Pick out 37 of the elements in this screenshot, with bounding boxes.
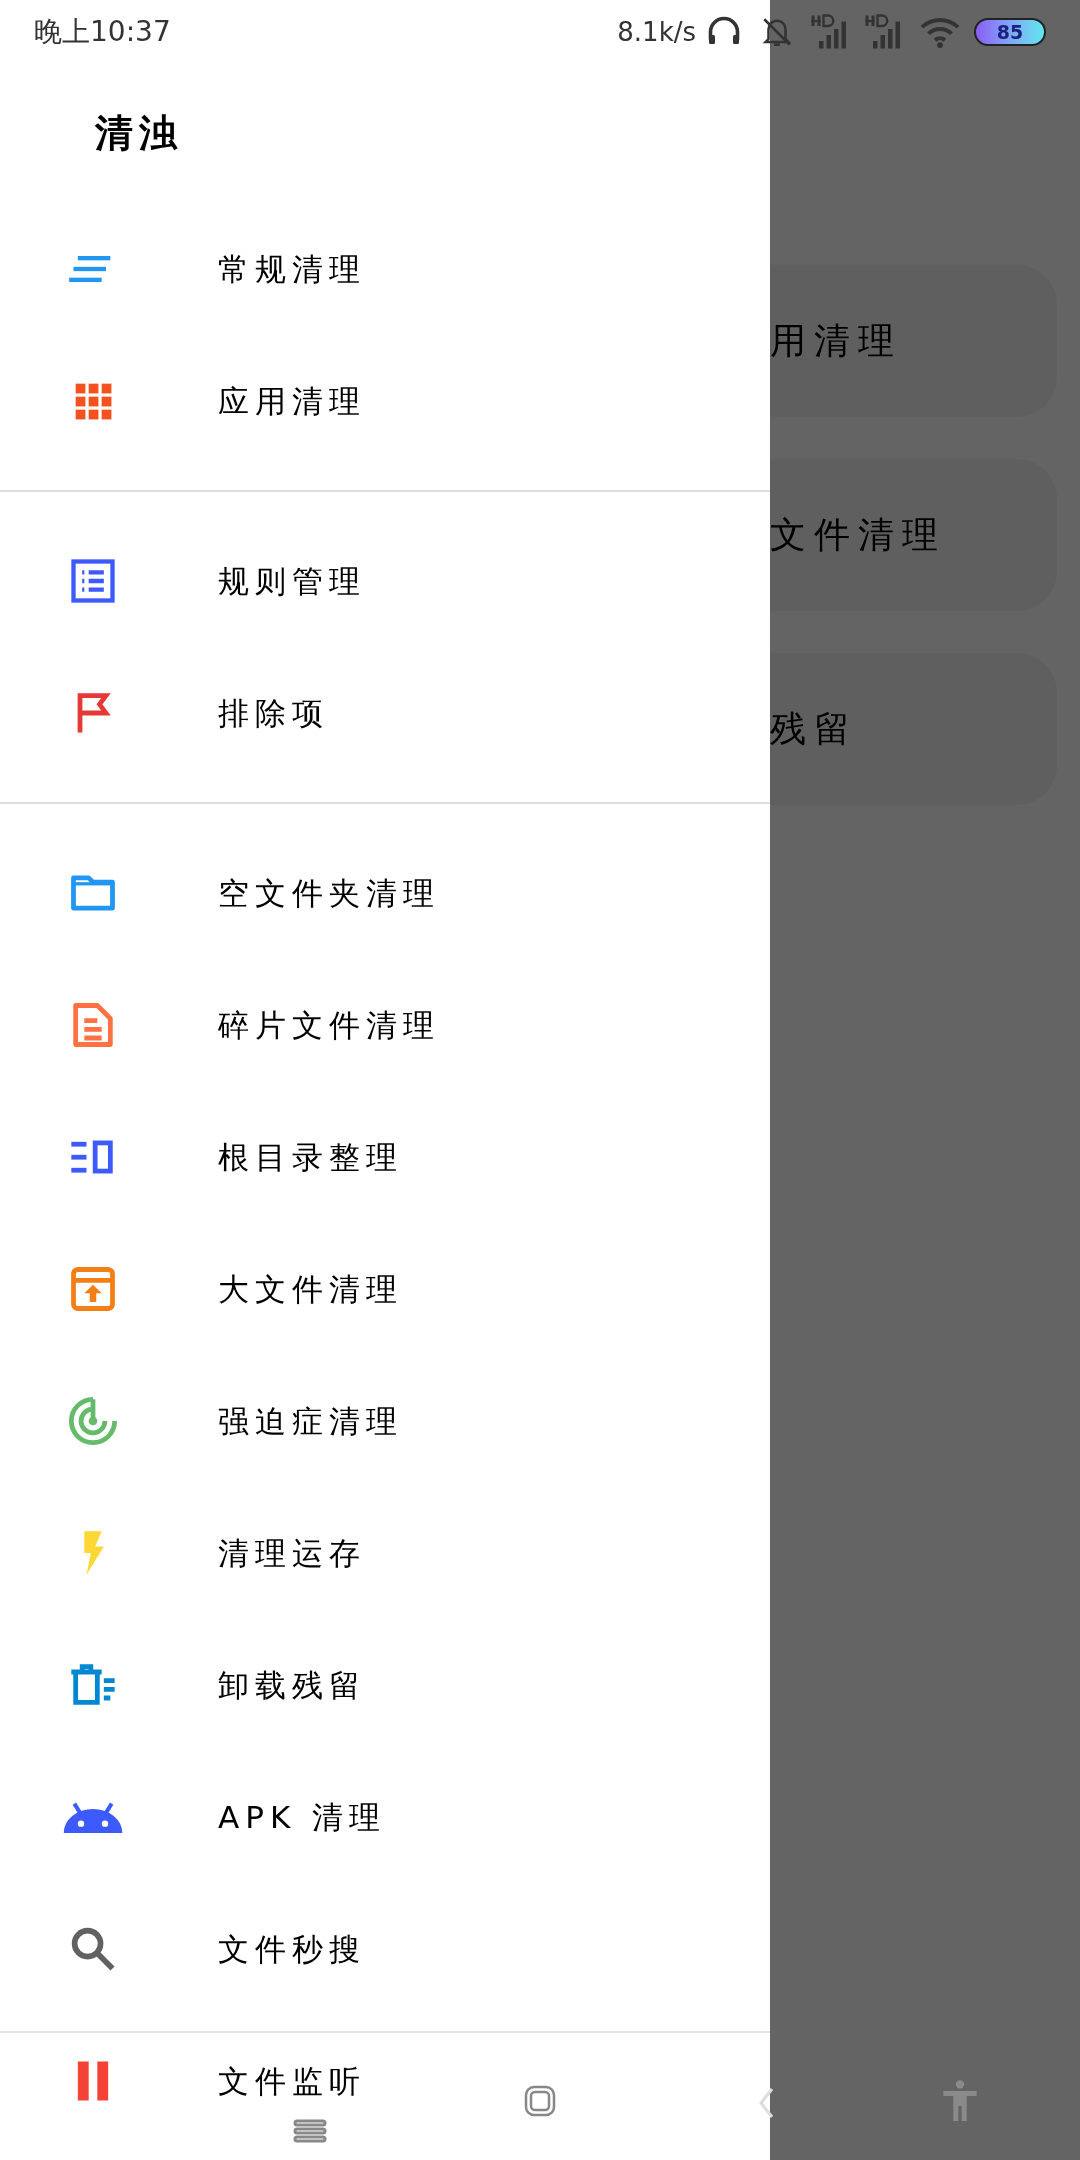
drawer-item[interactable]: 文件监听 (0, 2015, 770, 2147)
battery-level: 85 (996, 22, 1024, 42)
drawer-title: 清浊 (95, 110, 183, 157)
net-speed: 8.1k/s (617, 15, 696, 49)
drawer-item-label: 清理运存 (218, 1533, 366, 1573)
drawer-item[interactable]: 文件秒搜 (0, 1883, 770, 2015)
drawer-item-label: 应用清理 (218, 381, 366, 421)
drawer-item-label: 空文件夹清理 (218, 873, 440, 913)
drawer-item-label: 碎片文件清理 (218, 1005, 440, 1045)
drawer-item[interactable]: 应用清理 (0, 335, 770, 467)
drawer-item-label: 排除项 (218, 693, 329, 733)
home-button-icon[interactable] (524, 2085, 556, 2117)
drawer-item[interactable]: 卸载残留 (0, 1619, 770, 1751)
menu-icon[interactable] (293, 2119, 327, 2145)
drawer-item[interactable]: 清理运存 (0, 1487, 770, 1619)
drawer-item-label: 根目录整理 (218, 1137, 403, 1177)
drawer-item-label: 卸载残留 (218, 1665, 366, 1705)
drawer-item-label: 强迫症清理 (218, 1401, 403, 1441)
status-time: 晚上10:37 (34, 14, 171, 50)
card-label: 残留 (770, 707, 858, 751)
drawer-item[interactable]: 常规清理 (0, 203, 770, 335)
drawer-item-label: 常规清理 (218, 249, 366, 289)
drawer-item[interactable]: 排除项 (0, 647, 770, 779)
drawer-item-label: APK 清理 (218, 1797, 387, 1837)
drawer-item-label: 规则管理 (218, 561, 366, 601)
drawer-item-label: 大文件清理 (218, 1269, 403, 1309)
drawer-item-label: 文件秒搜 (218, 1929, 366, 1969)
card-label: 用清理 (770, 319, 902, 363)
drawer-item[interactable]: 碎片文件清理 (0, 959, 770, 1091)
drawer-item-label: 文件监听 (218, 2061, 366, 2101)
drawer-item[interactable]: 强迫症清理 (0, 1355, 770, 1487)
drawer-item[interactable]: APK 清理 (0, 1751, 770, 1883)
drawer-item[interactable]: 大文件清理 (0, 1223, 770, 1355)
drawer-item[interactable]: 空文件夹清理 (0, 827, 770, 959)
drawer-item[interactable]: 根目录整理 (0, 1091, 770, 1223)
card-label: 文件清理 (770, 513, 946, 557)
drawer-item[interactable]: 规则管理 (0, 515, 770, 647)
